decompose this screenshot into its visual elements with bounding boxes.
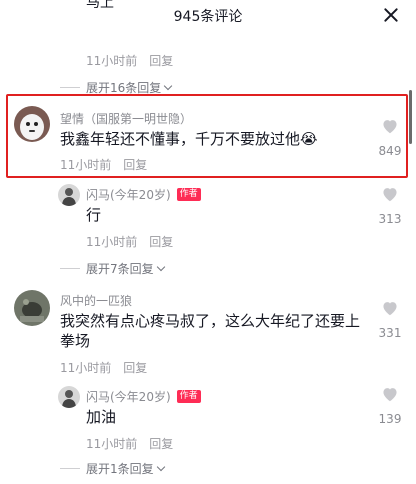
reply-button[interactable]: 回复 <box>149 235 173 249</box>
reply-button[interactable]: 回复 <box>149 54 173 68</box>
reply-author[interactable]: 闪马(今年20岁) 作者 <box>86 186 201 203</box>
like-button[interactable]: 313 <box>370 186 410 226</box>
author-badge: 作者 <box>176 188 201 201</box>
reply-meta: 11小时前 回复 <box>86 233 173 250</box>
reply-text: 行 <box>86 206 102 224</box>
avatar[interactable] <box>58 386 80 408</box>
comment-time: 11小时前 <box>86 54 138 68</box>
comment-time: 11小时前 <box>86 235 138 249</box>
avatar[interactable] <box>14 290 50 326</box>
reply-button[interactable]: 回复 <box>123 158 147 172</box>
like-button[interactable]: 849 <box>370 118 410 158</box>
like-button[interactable]: 331 <box>370 300 410 340</box>
like-count: 849 <box>378 144 402 158</box>
heart-icon <box>383 188 397 202</box>
chevron-down-icon <box>164 81 173 91</box>
previous-comment-meta: 11小时前 回复 <box>86 52 173 69</box>
comment-time: 11小时前 <box>60 361 112 375</box>
avatar[interactable] <box>14 106 50 142</box>
avatar[interactable] <box>58 184 80 206</box>
heart-icon <box>383 120 397 134</box>
comment-time: 11小时前 <box>86 437 138 451</box>
chevron-down-icon <box>156 262 165 272</box>
expand-replies-button[interactable]: 展开7条回复 <box>60 260 165 277</box>
reply-text: 加油 <box>86 408 117 426</box>
heart-icon <box>383 302 397 316</box>
comment-text: 我突然有点心疼马叔了，这么大年纪了还要上 <box>60 312 361 330</box>
reply-button[interactable]: 回复 <box>123 361 147 375</box>
expand-replies-button[interactable]: 展开1条回复 <box>60 460 165 477</box>
comment-author[interactable]: 望情（国服第一明世隐） <box>60 110 192 127</box>
reply-button[interactable]: 回复 <box>149 437 173 451</box>
author-badge: 作者 <box>176 390 201 403</box>
comment-time: 11小时前 <box>60 158 112 172</box>
comment-meta: 11小时前 回复 <box>60 156 147 173</box>
heart-icon <box>383 388 397 402</box>
scrollbar[interactable] <box>409 90 412 144</box>
like-count: 331 <box>378 326 402 340</box>
reply-author[interactable]: 闪马(今年20岁) 作者 <box>86 388 201 405</box>
comment-text: 我鑫年轻还不懂事，千万不要放过他😭 <box>60 130 318 148</box>
comment-meta: 11小时前 回复 <box>60 359 147 376</box>
comment-text-line2: 拳场 <box>60 332 91 350</box>
close-icon[interactable] <box>380 4 402 26</box>
comments-title: 945条评论 <box>173 9 243 25</box>
like-count: 313 <box>378 212 402 226</box>
chevron-down-icon <box>156 462 165 472</box>
previous-comment-text: 马上 <box>86 0 114 11</box>
comment-author[interactable]: 风中的一匹狼 <box>60 292 132 309</box>
like-button[interactable]: 139 <box>370 386 410 426</box>
like-count: 139 <box>378 412 402 426</box>
reply-meta: 11小时前 回复 <box>86 435 173 452</box>
